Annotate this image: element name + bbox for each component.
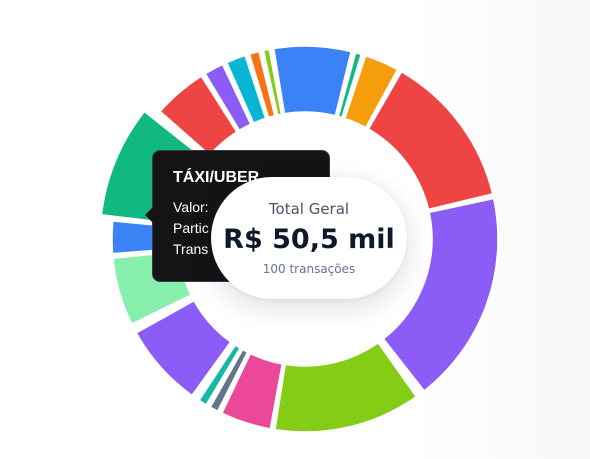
- transaction-count: 100 transações: [262, 262, 356, 276]
- total-value: R$ 50,5 mil: [223, 224, 395, 255]
- donut-slice[interactable]: [274, 342, 417, 433]
- total-label: Total Geral: [268, 200, 350, 218]
- donut-slice[interactable]: [221, 352, 283, 430]
- donut-slice[interactable]: [367, 71, 494, 211]
- center-summary-card: Total Geral R$ 50,5 mil 100 transações: [211, 177, 407, 299]
- donut-slice[interactable]: [273, 45, 352, 117]
- chart-container: TÁXI/UBER Valor: Partic Trans Total Gera…: [0, 0, 590, 459]
